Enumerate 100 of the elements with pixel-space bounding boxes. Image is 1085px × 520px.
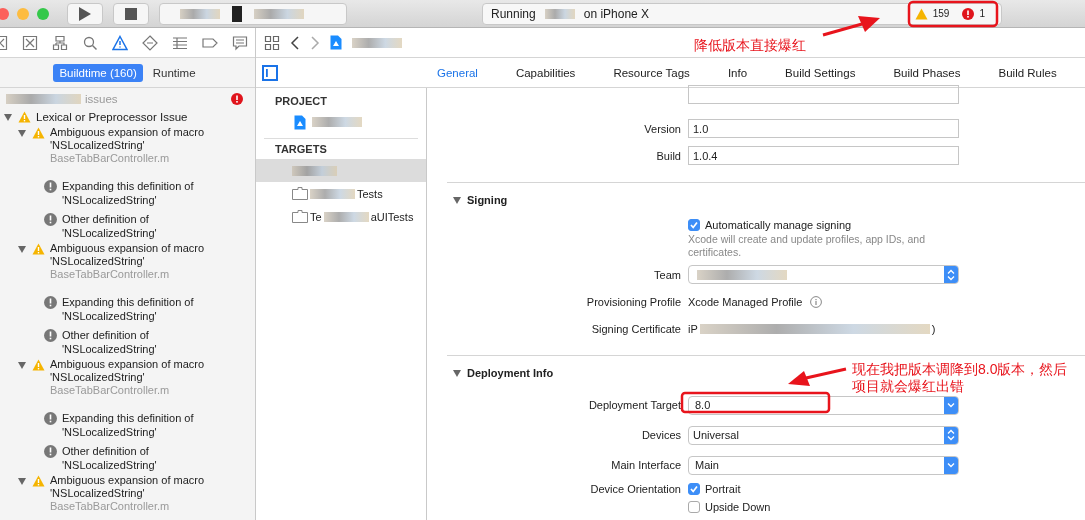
target-name-part: Te	[310, 210, 322, 223]
issue-file: BaseTabBarController.m	[50, 500, 171, 513]
checkbox[interactable]	[688, 483, 700, 495]
info-icon[interactable]	[810, 295, 823, 308]
issue-file: BaseTabBarController.m	[50, 384, 171, 397]
redacted-block	[352, 37, 402, 48]
certificate-value: iP	[688, 322, 698, 335]
editor-tab[interactable]: Build Phases	[874, 66, 980, 79]
sidebar-toggle-icon[interactable]	[262, 64, 278, 81]
note-message: Expanding this definition of 'NSLocalizedString'	[62, 411, 195, 439]
checkbox-label: Upside Down	[705, 501, 771, 513]
issue-note[interactable]: Other definition of 'NSLocalizedString'	[0, 441, 255, 474]
run-button[interactable]	[67, 2, 103, 25]
project-file-icon[interactable]	[330, 35, 342, 50]
grid-icon[interactable]	[264, 34, 280, 51]
field-label: Devices	[640, 429, 682, 441]
redacted-block	[310, 188, 355, 199]
text-field[interactable]: 1.0.4	[688, 146, 959, 165]
combo-box[interactable]: Main	[688, 455, 959, 475]
issue-note[interactable]: Expanding this definition of 'NSLocalizedString'	[0, 176, 255, 209]
issue-row[interactable]: Ambiguous expansion of macro 'NSLocalizedString' BaseTabBarController.m	[0, 126, 255, 176]
issue-message: Ambiguous expansion of macro 'NSLocalizedString'	[50, 474, 206, 500]
issue-row[interactable]: Ambiguous expansion of macro 'NSLocalizedString' BaseTabBarController.m	[0, 242, 255, 292]
error-icon	[962, 7, 975, 20]
field-label: Signing Certificate	[590, 322, 682, 335]
disclosure-triangle-icon[interactable]	[18, 130, 26, 137]
disclosure-triangle-icon[interactable]	[18, 246, 26, 253]
disclosure-triangle-icon[interactable]	[4, 113, 12, 121]
checkbox-label: Portrait	[705, 483, 741, 495]
back-icon[interactable]	[290, 34, 300, 51]
field-label: Team	[653, 268, 682, 281]
checkbox[interactable]	[688, 501, 700, 513]
combo-box[interactable]: 8.0	[688, 395, 959, 415]
disclosure-triangle-icon[interactable]	[453, 196, 461, 204]
annotation-text: 现在我把版本调降到8.0版本，然后项目就会爆红出错	[852, 361, 1069, 395]
field-label: Main Interface	[610, 459, 682, 471]
certificate-value: )	[931, 322, 936, 335]
issue-note[interactable]: Expanding this definition of 'NSLocalizedString'	[0, 408, 255, 441]
editor-tab[interactable]: Resource Tags	[594, 66, 709, 79]
target-name-part: Tests	[357, 187, 383, 200]
checkbox-label: Automatically manage signing	[705, 219, 852, 231]
target-name-part: aUITests	[370, 210, 414, 223]
disclosure-triangle-icon[interactable]	[453, 369, 461, 377]
issue-file: BaseTabBarController.m	[50, 152, 171, 165]
diamond-icon[interactable]	[142, 34, 158, 51]
scheme-selector[interactable]	[159, 2, 347, 25]
issue-note[interactable]: Other definition of 'NSLocalizedString'	[0, 209, 255, 242]
stop-button[interactable]	[113, 2, 149, 25]
message-icon[interactable]	[232, 34, 248, 51]
target-item[interactable]: Tests	[256, 182, 426, 205]
stop-icon	[125, 7, 137, 20]
note-message: Other definition of 'NSLocalizedString'	[62, 212, 158, 240]
forward-icon[interactable]	[310, 34, 320, 51]
issue-note[interactable]: Other definition of 'NSLocalizedString'	[0, 325, 255, 358]
exclamation-icon	[44, 445, 57, 458]
stepper-icon	[944, 266, 958, 283]
redacted-block	[323, 211, 369, 222]
filter-tab[interactable]: Buildtime (160)	[53, 63, 143, 82]
editor-tab[interactable]: Capabilities	[496, 66, 595, 79]
issue-row[interactable]: Ambiguous expansion of macro 'NSLocalizedString' BaseTabBarController.m	[0, 474, 255, 520]
exclamation-icon	[44, 213, 57, 226]
section-title: Signing	[467, 194, 508, 206]
team-popup[interactable]	[688, 265, 959, 284]
redacted-block	[312, 117, 362, 127]
redacted-block	[254, 8, 304, 19]
warning-icon	[18, 111, 31, 123]
redacted-block	[180, 8, 220, 19]
field-label: Provisioning Profile	[585, 295, 682, 308]
text-field[interactable]: 1.0	[688, 119, 959, 138]
popup-button[interactable]: Universal	[688, 425, 959, 445]
profile-value: Xcode Managed Profile	[688, 295, 803, 308]
editor-tab[interactable]: Build Settings	[766, 66, 875, 79]
text-field[interactable]	[688, 85, 959, 104]
disclosure-triangle-icon[interactable]	[18, 478, 26, 485]
field-label: Version	[643, 122, 682, 135]
warning-icon	[32, 475, 45, 487]
close-button[interactable]	[0, 7, 9, 20]
issue-message: Ambiguous expansion of macro 'NSLocalizedString'	[50, 358, 206, 384]
issue-note[interactable]: Expanding this definition of 'NSLocalizedString'	[0, 292, 255, 325]
warning-icon[interactable]	[112, 34, 128, 51]
editor-tab[interactable]: Build Rules	[979, 66, 1076, 79]
note-message: Expanding this definition of 'NSLocalizedString'	[62, 179, 195, 207]
editor-tab[interactable]: Info	[708, 66, 767, 79]
hierarchy-icon[interactable]	[52, 34, 68, 51]
status-text: Running	[491, 6, 536, 21]
editor-tab[interactable]: General	[418, 66, 497, 79]
exclamation-icon	[44, 180, 57, 193]
issue-group[interactable]: Lexical or Preprocessor Issue	[0, 108, 255, 126]
source-control-icon[interactable]	[22, 34, 38, 51]
checkbox[interactable]	[688, 219, 700, 231]
exclamation-icon	[44, 412, 57, 425]
list-icon[interactable]	[172, 34, 188, 51]
redacted-block	[232, 5, 242, 22]
disclosure-triangle-icon[interactable]	[18, 362, 26, 369]
issue-row[interactable]: Ambiguous expansion of macro 'NSLocalizedString' BaseTabBarController.m	[0, 358, 255, 408]
arrow	[822, 16, 880, 37]
search-icon[interactable]	[82, 34, 98, 51]
target-item[interactable]: Te aUITests	[256, 205, 426, 228]
warning-icon	[32, 243, 45, 255]
filter-tab[interactable]: Runtime	[146, 63, 202, 82]
